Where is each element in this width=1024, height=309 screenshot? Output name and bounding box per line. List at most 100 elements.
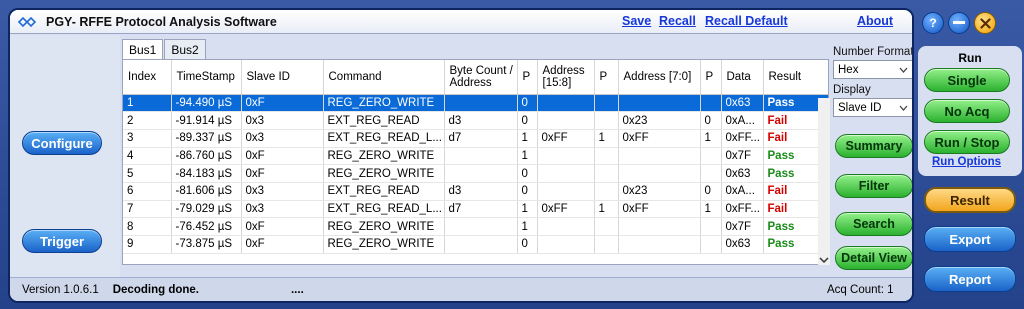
cell-bc: d3 [444, 182, 518, 201]
cell-p2 [594, 182, 619, 201]
display-select[interactable]: Slave ID [833, 98, 912, 117]
chevron-down-icon [899, 67, 908, 73]
cell-bc [444, 235, 518, 254]
run-options-link[interactable]: Run Options [932, 156, 1001, 168]
cell-p3 [700, 164, 722, 183]
configure-button[interactable]: Configure [22, 131, 102, 155]
cell-p3: 1 [700, 129, 722, 148]
cell-data: 0xA... [721, 111, 764, 130]
table-row[interactable]: 6 -81.606 µS 0x3 EXT_REG_READ d3 0 0x23 0 0xA...… [123, 182, 828, 201]
table-row[interactable]: 4 -86.760 µS 0xF REG_ZERO_WRITE 1 0x7F Pass [123, 147, 828, 166]
cell-slave: 0x3 [241, 111, 324, 130]
cell-data: 0xA... [721, 182, 764, 201]
table-row[interactable]: 7 -79.029 µS 0x3 EXT_REG_READ_L... d7 1 0xFF 1 0… [123, 200, 828, 219]
title-bar: PGY- RFFE Protocol Analysis Software Sav… [10, 10, 912, 34]
minimize-button[interactable] [948, 12, 970, 34]
cell-ahi [537, 147, 595, 166]
table-row[interactable]: 8 -76.452 µS 0xF REG_ZERO_WRITE 1 0x7F Pass [123, 217, 828, 236]
help-button[interactable]: ? [922, 12, 944, 34]
export-button[interactable]: Export [924, 226, 1016, 252]
trigger-button[interactable]: Trigger [22, 229, 102, 253]
detail-view-button[interactable]: Detail View [835, 246, 912, 270]
cell-p1: 1 [517, 200, 538, 219]
save-link[interactable]: Save [622, 14, 651, 28]
cell-p1: 1 [517, 147, 538, 166]
cell-ts: -81.606 µS [171, 182, 242, 201]
cell-p2 [594, 164, 619, 183]
tab-bus2[interactable]: Bus2 [164, 39, 206, 59]
filter-button[interactable]: Filter [835, 174, 912, 198]
cell-data: 0x7F [721, 147, 764, 166]
recall-default-link[interactable]: Recall Default [705, 14, 788, 28]
table-row[interactable]: 1 -94.490 µS 0xF REG_ZERO_WRITE 0 0x63 Pass [123, 94, 828, 113]
summary-button[interactable]: Summary [835, 134, 912, 158]
col-slave-id[interactable]: Slave ID [241, 60, 324, 95]
report-button[interactable]: Report [924, 266, 1016, 292]
cell-p2 [594, 217, 619, 236]
cell-bc: d3 [444, 111, 518, 130]
display-label: Display [833, 84, 871, 96]
cell-p2 [594, 94, 619, 113]
cell-ahi: 0xFF [537, 200, 595, 219]
table-row[interactable]: 2 -91.914 µS 0x3 EXT_REG_READ d3 0 0x23 0 0xA...… [123, 111, 828, 130]
cell-alo [618, 235, 701, 254]
cell-cmd: REG_ZERO_WRITE [323, 164, 445, 183]
version-text: Version 1.0.6.1 [22, 283, 99, 296]
close-button[interactable] [974, 12, 996, 34]
cell-p1: 0 [517, 111, 538, 130]
col-timestamp[interactable]: TimeStamp [171, 60, 242, 95]
table-row[interactable]: 3 -89.337 µS 0x3 EXT_REG_READ_L... d7 1 0xFF 1 0… [123, 129, 828, 148]
cell-slave: 0xF [241, 235, 324, 254]
tab-bus1[interactable]: Bus1 [122, 39, 164, 60]
cell-slave: 0x3 [241, 129, 324, 148]
table-row[interactable]: 5 -84.183 µS 0xF REG_ZERO_WRITE 0 0x63 Pass [123, 164, 828, 183]
cell-p3 [700, 235, 722, 254]
cell-slave: 0xF [241, 94, 324, 113]
col-byte-count[interactable]: Byte Count / Address [444, 60, 518, 95]
cell-p2 [594, 235, 619, 254]
number-format-select[interactable]: Hex [833, 60, 912, 79]
status-dots: .... [290, 283, 304, 296]
cell-slave: 0x3 [241, 200, 324, 219]
cell-bc [444, 94, 518, 113]
cell-index: 1 [123, 94, 172, 113]
cell-alo: 0xFF [618, 200, 701, 219]
col-address-hi[interactable]: Address [15:8] [537, 60, 595, 95]
col-index[interactable]: Index [123, 60, 172, 95]
col-p2[interactable]: P [594, 60, 619, 95]
right-controls: Number Format Hex Display Slave ID Summa… [833, 46, 912, 270]
run-stop-button[interactable]: Run / Stop [924, 130, 1010, 154]
cell-cmd: EXT_REG_READ_L... [323, 129, 445, 148]
cell-alo [618, 164, 701, 183]
chevron-down-icon [899, 105, 908, 111]
cell-ts: -86.760 µS [171, 147, 242, 166]
cell-p3 [700, 217, 722, 236]
no-acq-button[interactable]: No Acq [924, 99, 1010, 123]
table-scrollbar[interactable] [818, 98, 830, 265]
scroll-down-icon[interactable] [819, 255, 829, 265]
cell-cmd: EXT_REG_READ [323, 111, 445, 130]
table-row[interactable]: 9 -73.875 µS 0xF REG_ZERO_WRITE 0 0x63 Pass [123, 235, 828, 254]
cell-ahi: 0xFF [537, 129, 595, 148]
about-link[interactable]: About [857, 14, 893, 28]
col-command[interactable]: Command [323, 60, 445, 95]
cell-index: 6 [123, 182, 172, 201]
cell-data: 0x63 [721, 164, 764, 183]
col-data[interactable]: Data [721, 60, 764, 95]
col-p1[interactable]: P [517, 60, 538, 95]
cell-ts: -91.914 µS [171, 111, 242, 130]
col-p3[interactable]: P [700, 60, 722, 95]
cell-data: 0xFF... [721, 200, 764, 219]
cell-ahi [537, 111, 595, 130]
col-address-lo[interactable]: Address [7:0] [618, 60, 701, 95]
single-button[interactable]: Single [924, 68, 1010, 92]
app-frame: PGY- RFFE Protocol Analysis Software Sav… [0, 0, 1024, 309]
recall-link[interactable]: Recall [659, 14, 696, 28]
col-result[interactable]: Result [763, 60, 828, 95]
search-button[interactable]: Search [835, 212, 912, 236]
result-button[interactable]: Result [924, 187, 1016, 213]
cell-ahi [537, 182, 595, 201]
cell-p3 [700, 94, 722, 113]
cell-alo [618, 147, 701, 166]
cell-bc [444, 217, 518, 236]
